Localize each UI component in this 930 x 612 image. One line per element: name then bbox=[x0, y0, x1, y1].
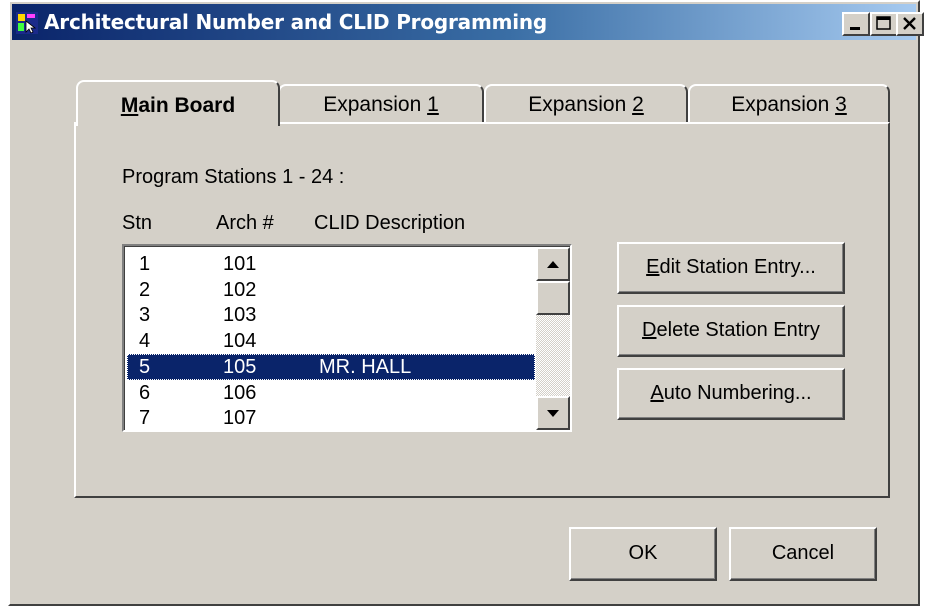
station-number: 4 bbox=[139, 330, 151, 352]
tab-main-board[interactable]: Main Board bbox=[76, 80, 280, 126]
cancel-button[interactable]: Cancel bbox=[729, 527, 877, 581]
list-item[interactable]: 7 107 bbox=[127, 405, 535, 430]
arch-number: 102 bbox=[223, 279, 257, 301]
listbox-inner: 1 101 2 102 3 103 4 104 5 105 MR. HALL 6… bbox=[124, 246, 570, 430]
minimize-button[interactable] bbox=[842, 12, 870, 36]
scroll-down-button[interactable] bbox=[536, 396, 570, 430]
station-number: 7 bbox=[139, 407, 151, 429]
column-header-clid-description: CLID Description bbox=[314, 212, 466, 234]
maximize-button[interactable] bbox=[870, 12, 898, 36]
title-bar[interactable]: Architectural Number and CLID Programmin… bbox=[12, 4, 924, 40]
cancel-label: Cancel bbox=[771, 542, 835, 564]
auto-numbering-button[interactable]: Auto Numbering... bbox=[617, 368, 845, 420]
vertical-scrollbar[interactable] bbox=[536, 247, 570, 430]
button-label: elete Station Entry bbox=[656, 319, 820, 341]
list-item[interactable]: 1 101 bbox=[127, 251, 535, 277]
tab-expansion-1[interactable]: Expansion 1 bbox=[278, 84, 484, 124]
clid-description: MR. HALL bbox=[319, 356, 412, 378]
app-icon bbox=[16, 12, 38, 34]
edit-station-entry-button[interactable]: Edit Station Entry... bbox=[617, 242, 845, 294]
scroll-up-button[interactable] bbox=[536, 247, 570, 281]
station-number: 3 bbox=[139, 304, 151, 326]
arch-number: 107 bbox=[223, 407, 257, 429]
stations-listbox[interactable]: 1 101 2 102 3 103 4 104 5 105 MR. HALL 6… bbox=[122, 244, 572, 432]
close-button[interactable] bbox=[896, 12, 924, 36]
arch-number: 103 bbox=[223, 304, 257, 326]
ok-button[interactable]: OK bbox=[569, 527, 717, 581]
tab-label-post: ain Board bbox=[138, 94, 236, 117]
list-item[interactable]: 3 103 bbox=[127, 302, 535, 328]
tab-accel-key: 3 bbox=[835, 93, 847, 116]
list-item[interactable]: 4 104 bbox=[127, 328, 535, 354]
station-number: 2 bbox=[139, 279, 151, 301]
arrow-up-icon bbox=[547, 261, 559, 268]
accel-key: E bbox=[646, 256, 660, 278]
tab-expansion-2[interactable]: Expansion 2 bbox=[484, 84, 688, 124]
tab-accel-key: 2 bbox=[632, 93, 644, 116]
tab-accel-key: M bbox=[120, 94, 139, 117]
window-title: Architectural Number and CLID Programmin… bbox=[44, 10, 548, 34]
tab-label-pre: Expansion bbox=[528, 93, 633, 116]
maximize-icon bbox=[876, 16, 891, 30]
arch-number: 104 bbox=[223, 330, 257, 352]
button-label: dit Station Entry... bbox=[659, 256, 816, 278]
arch-number: 105 bbox=[223, 356, 257, 378]
accel-key: D bbox=[642, 319, 657, 341]
list-item[interactable]: 6 106 bbox=[127, 380, 535, 406]
arch-number: 101 bbox=[223, 253, 257, 275]
delete-station-entry-button[interactable]: Delete Station Entry bbox=[617, 305, 845, 357]
tab-expansion-3[interactable]: Expansion 3 bbox=[688, 84, 890, 124]
accel-key: A bbox=[650, 382, 664, 404]
button-label: uto Numbering... bbox=[663, 382, 812, 404]
list-item-selected[interactable]: 5 105 MR. HALL bbox=[127, 354, 535, 380]
tab-accel-key: 1 bbox=[427, 93, 439, 116]
station-number: 1 bbox=[139, 253, 151, 275]
column-header-arch: Arch # bbox=[216, 212, 274, 234]
column-header-stn: Stn bbox=[122, 212, 153, 234]
tab-label-pre: Expansion bbox=[731, 93, 836, 116]
minimize-icon bbox=[850, 27, 860, 30]
tab-label-pre: Expansion bbox=[323, 93, 428, 116]
list-item[interactable]: 2 102 bbox=[127, 277, 535, 303]
station-number: 5 bbox=[139, 356, 151, 378]
station-number: 6 bbox=[139, 382, 151, 404]
arrow-down-icon bbox=[547, 410, 559, 417]
ok-label: OK bbox=[628, 542, 658, 564]
arch-number: 106 bbox=[223, 382, 257, 404]
stations-heading: Program Stations 1 - 24 : bbox=[122, 166, 345, 188]
scroll-thumb[interactable] bbox=[536, 281, 570, 315]
close-icon bbox=[903, 17, 916, 30]
